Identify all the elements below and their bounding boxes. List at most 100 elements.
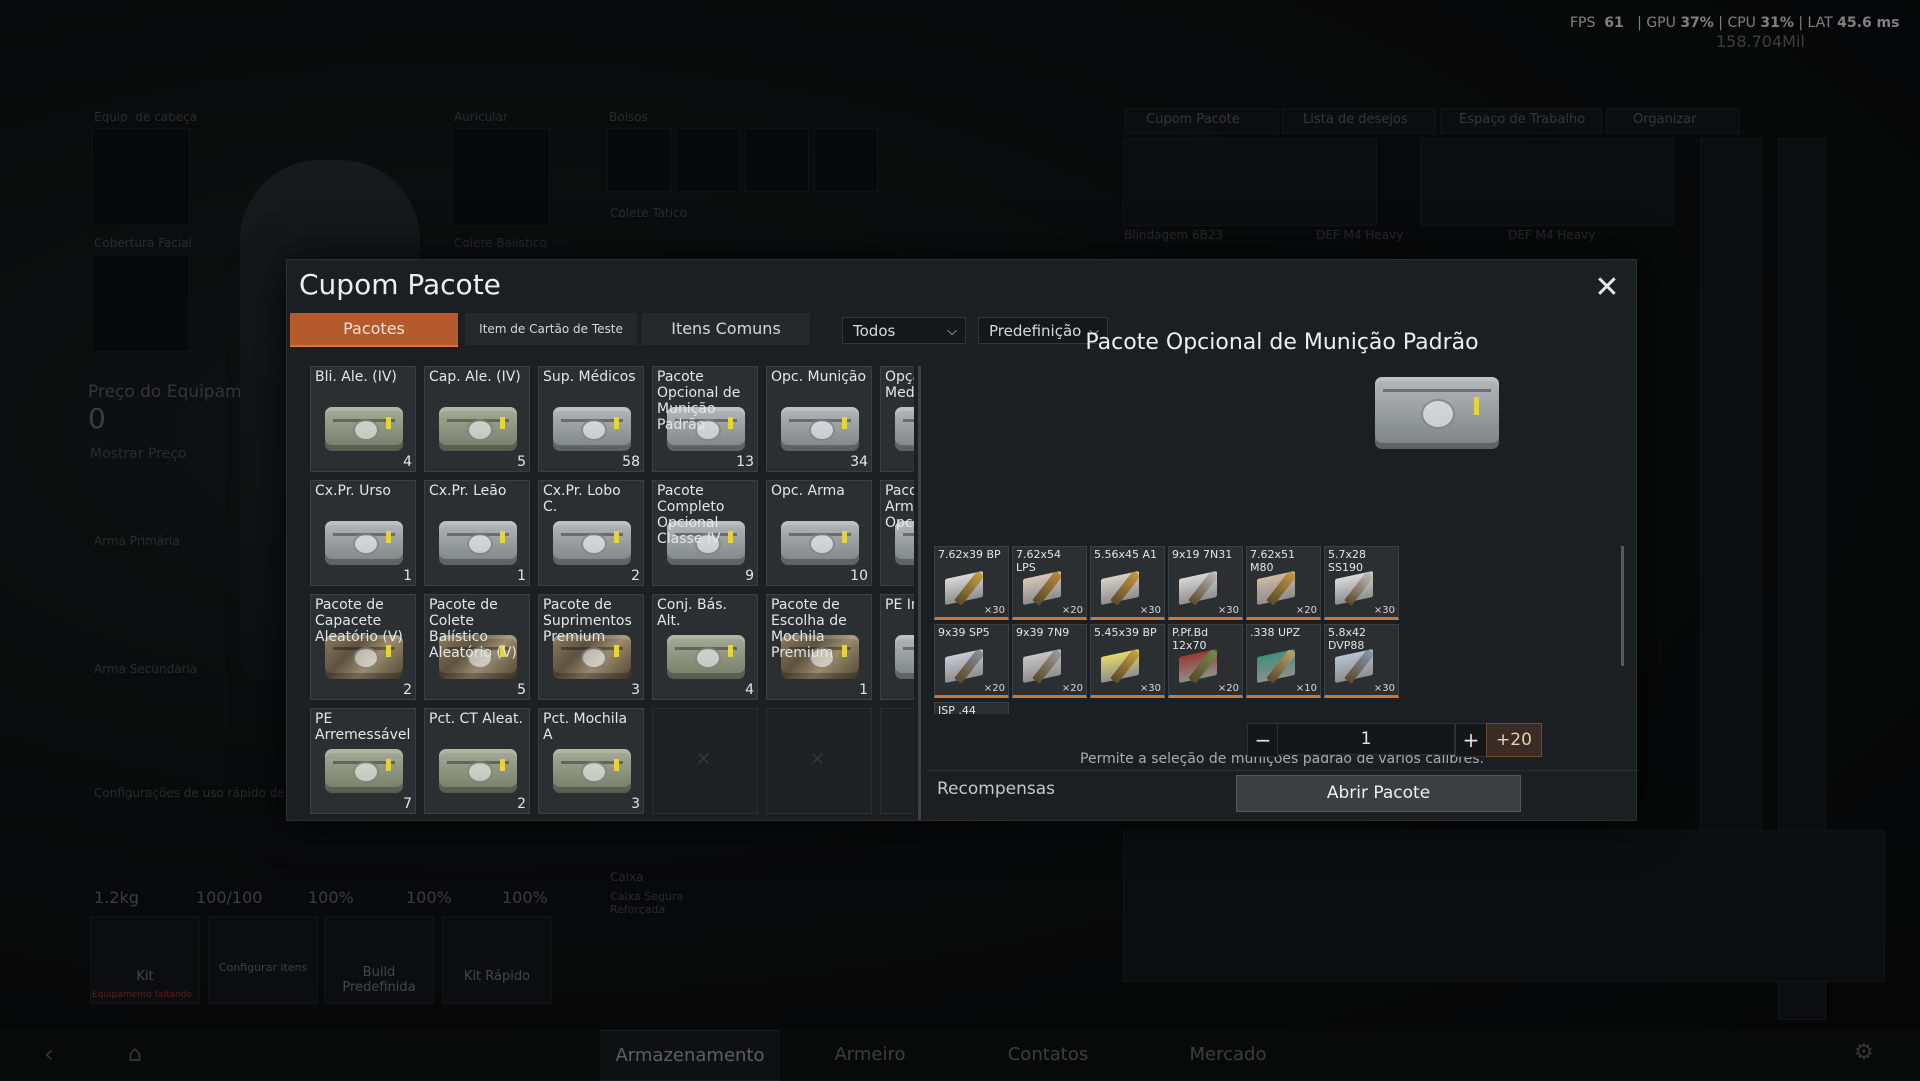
package-name: Conj. Bás. Alt. xyxy=(657,597,727,629)
reward-quantity: ×20 xyxy=(1061,605,1083,616)
package-count: 13 xyxy=(736,454,754,470)
package-name: Pacote de Colete Balístico Aleatório (V) xyxy=(429,597,517,661)
reward-item[interactable]: 7.62x51 M80 ×20 xyxy=(1246,546,1321,620)
rewards-grid: 7.62x39 BP ×30 7.62x54 LPS ×20 5.56x45 A1 ×30… xyxy=(934,546,1412,714)
tab-common-items[interactable]: Itens Comuns xyxy=(642,313,810,345)
package-card[interactable]: Conj. Bás. Alt. 4 xyxy=(652,594,758,700)
reward-item[interactable]: 5.8x42 DVP88 ×30 xyxy=(1324,624,1399,698)
empty-package-slot: ✕ xyxy=(766,708,872,814)
reward-name: P.Pf.Bd 12x70 xyxy=(1172,626,1209,652)
reward-quantity: ×20 xyxy=(983,683,1005,694)
reward-item[interactable]: 5.45x39 BP ×30 xyxy=(1090,624,1165,698)
package-crate-icon xyxy=(439,749,517,793)
package-name: Pacote de Suprimentos Premium xyxy=(543,597,632,645)
package-name: Pacote Opcional de Munição Padrão xyxy=(657,369,741,433)
package-count: 7 xyxy=(403,796,412,812)
reward-name: 9x39 7N9 xyxy=(1016,626,1070,639)
package-count: 9 xyxy=(745,568,754,584)
package-card[interactable]: Pct. CT Aleat. 2 xyxy=(424,708,530,814)
package-crate-icon xyxy=(895,635,914,679)
package-card[interactable]: Pacote de Suprimentos Premium 3 xyxy=(538,594,644,700)
reward-name: 5.7x28 SS190 xyxy=(1328,548,1367,574)
reward-item[interactable]: P.Pf.Bd 12x70 ×20 xyxy=(1168,624,1243,698)
package-name: Pct. CT Aleat. xyxy=(429,711,523,727)
package-crate-icon xyxy=(667,635,745,679)
package-crate-icon xyxy=(781,521,859,565)
reward-quantity: ×10 xyxy=(1295,683,1317,694)
package-card[interactable]: Opção de Med.110 xyxy=(880,366,914,472)
reward-item[interactable]: 9x39 SP5 ×20 xyxy=(934,624,1009,698)
quantity-input[interactable] xyxy=(1277,723,1455,755)
package-crate-icon xyxy=(325,749,403,793)
empty-package-slot: ✕ xyxy=(880,708,914,814)
reward-quantity: ×20 xyxy=(1217,683,1239,694)
package-count: 58 xyxy=(622,454,640,470)
package-count: 2 xyxy=(403,682,412,698)
rewards-scrollbar[interactable] xyxy=(1621,546,1624,666)
package-name: PE Arremessável xyxy=(315,711,411,743)
package-card[interactable]: Cap. Ale. (IV) 5 xyxy=(424,366,530,472)
reward-quantity: ×30 xyxy=(1217,605,1239,616)
package-card[interactable]: Pacote de Colete Balístico Aleatório (V)… xyxy=(424,594,530,700)
package-card[interactable]: Pacote Completo Opcional Classe IV 9 xyxy=(652,480,758,586)
package-card[interactable]: Bli. Ale. (IV) 4 xyxy=(310,366,416,472)
package-card[interactable]: Cx.Pr. Urso 1 xyxy=(310,480,416,586)
reward-item[interactable]: 7.62x39 BP ×30 xyxy=(934,546,1009,620)
reward-quantity: ×20 xyxy=(1061,683,1083,694)
package-card[interactable]: Sup. Médicos 58 xyxy=(538,366,644,472)
reward-name: 7.62x51 M80 xyxy=(1250,548,1295,574)
package-name: Cx.Pr. Leão xyxy=(429,483,507,499)
reward-name: 5.45x39 BP xyxy=(1094,626,1157,639)
package-count: 3 xyxy=(631,682,640,698)
reward-item[interactable]: 9x19 7N31 ×30 xyxy=(1168,546,1243,620)
quantity-decrease-button[interactable]: − xyxy=(1247,723,1279,757)
package-card[interactable]: Pacote de Escolha de Mochila Premium 1 xyxy=(766,594,872,700)
reward-name: JSP .44 xyxy=(938,704,976,714)
tab-packages[interactable]: Pacotes xyxy=(290,313,458,347)
package-name: Bli. Ale. (IV) xyxy=(315,369,397,385)
package-crate-icon xyxy=(439,407,517,451)
package-name: Opc. Arma xyxy=(771,483,845,499)
package-card[interactable]: Cx.Pr. Lobo C. 2 xyxy=(538,480,644,586)
package-detail-title: Pacote Opcional de Munição Padrão xyxy=(1085,330,1479,355)
reward-name: .338 UPZ xyxy=(1250,626,1301,639)
reward-item[interactable]: 5.7x28 SS190 ×30 xyxy=(1324,546,1399,620)
package-crate-icon xyxy=(553,407,631,451)
package-card[interactable]: Opc. Arma 10 xyxy=(766,480,872,586)
package-count: 34 xyxy=(850,454,868,470)
package-card[interactable]: Pacote de Capacete Aleatório (V) 2 xyxy=(310,594,416,700)
reward-quantity: ×20 xyxy=(1295,605,1317,616)
package-card[interactable]: Pacote de Arma Opcional47 xyxy=(880,480,914,586)
quantity-increase-button[interactable]: + xyxy=(1455,723,1487,757)
reward-item[interactable]: JSP .44 xyxy=(934,702,1009,714)
empty-slot-icon: ✕ xyxy=(810,749,826,770)
tab-test-card-item[interactable]: Item de Cartão de Teste xyxy=(465,313,637,345)
quantity-plus-20-button[interactable]: +20 xyxy=(1486,723,1542,757)
package-count: 1 xyxy=(859,682,868,698)
package-card[interactable]: Opc. Munição 34 xyxy=(766,366,872,472)
package-card[interactable]: Cx.Pr. Leão 1 xyxy=(424,480,530,586)
package-count: 1 xyxy=(517,568,526,584)
reward-item[interactable]: 9x39 7N9 ×20 xyxy=(1012,624,1087,698)
package-crate-icon xyxy=(781,407,859,451)
package-crate-icon xyxy=(439,521,517,565)
close-icon[interactable]: ✕ xyxy=(1589,270,1625,306)
package-count: 2 xyxy=(631,568,640,584)
package-crate-icon xyxy=(325,407,403,451)
package-count: 2 xyxy=(517,796,526,812)
package-count: 10 xyxy=(850,568,868,584)
reward-item[interactable]: 5.56x45 A1 ×30 xyxy=(1090,546,1165,620)
divider xyxy=(927,770,1639,771)
package-count: 3 xyxy=(631,796,640,812)
package-card[interactable]: PE Arremessável 7 xyxy=(310,708,416,814)
package-card[interactable]: Pct. Mochila A 3 xyxy=(538,708,644,814)
open-package-button[interactable]: Abrir Pacote xyxy=(1236,775,1521,812)
reward-item[interactable]: 7.62x54 LPS ×20 xyxy=(1012,546,1087,620)
package-card[interactable]: Pacote Opcional de Munição Padrão 13 xyxy=(652,366,758,472)
reward-item[interactable]: .338 UPZ ×10 xyxy=(1246,624,1321,698)
package-card[interactable]: PE Injeção8 xyxy=(880,594,914,700)
reward-name: 7.62x54 LPS xyxy=(1016,548,1061,574)
package-grid-scrollbar[interactable] xyxy=(918,366,921,820)
package-count: 5 xyxy=(517,682,526,698)
package-name: Sup. Médicos xyxy=(543,369,636,385)
